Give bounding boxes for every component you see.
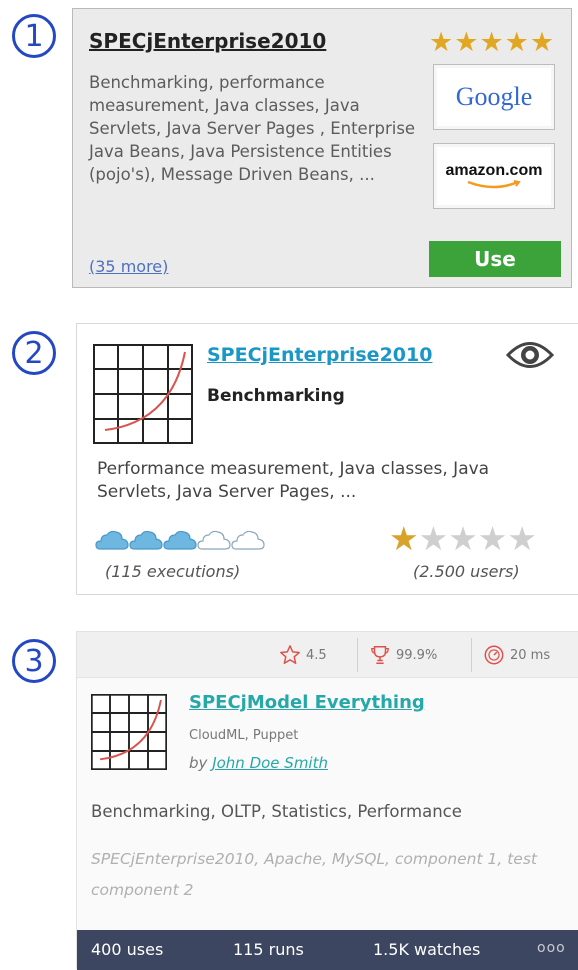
card-3: 4.5 99.9% 20 ms SPECjModel Everything Cl… <box>76 631 578 970</box>
user-star-rating: ★ ★ ★ ★ ★ <box>389 522 537 555</box>
amazon-smile-icon <box>467 180 521 189</box>
time-stat: 20 ms <box>483 644 550 666</box>
card3-tags: Benchmarking, OLTP, Statistics, Performa… <box>91 802 462 821</box>
card1-title[interactable]: SPECjEnterprise2010 <box>89 29 326 53</box>
star-icon: ★ <box>529 27 555 57</box>
marker-2: 2 <box>12 331 56 375</box>
google-logo: Google <box>455 82 533 111</box>
more-link[interactable]: (35 more) <box>89 257 168 276</box>
card3-tools: CloudML, Puppet <box>189 728 299 743</box>
cloud-icon <box>231 530 265 550</box>
users-count: (2.500 users) <box>413 562 520 581</box>
more-options-icon[interactable]: ooo <box>537 940 566 956</box>
executions-cloud-rating <box>95 528 265 552</box>
card2-title[interactable]: SPECjEnterprise2010 <box>207 344 432 366</box>
timer-icon <box>484 645 504 665</box>
benchmark-chart-icon <box>93 344 193 444</box>
card-2: SPECjEnterprise2010 Benchmarking Perform… <box>76 323 578 595</box>
star-icon: ★ <box>504 27 529 57</box>
executions-count: (115 executions) <box>105 562 241 581</box>
star-icon: ★ <box>454 27 479 57</box>
card3-author-line: by John Doe Smith <box>189 754 328 772</box>
cloud-icon <box>95 530 129 550</box>
star-icon: ★ <box>429 27 454 57</box>
success-value: 99.9% <box>396 647 438 663</box>
cloud-icon <box>129 530 163 550</box>
marker-1: 1 <box>12 14 56 58</box>
star-outline-icon <box>280 645 300 664</box>
card3-title[interactable]: SPECjModel Everything <box>189 692 425 713</box>
star-icon: ★ <box>418 520 449 557</box>
time-value: 20 ms <box>510 647 551 663</box>
runs-count: 115 runs <box>233 940 304 959</box>
card3-components: SPECjEnterprise2010, Apache, MySQL, comp… <box>91 850 537 899</box>
by-label: by <box>189 754 208 772</box>
google-button[interactable]: Google <box>433 64 555 130</box>
star-icon: ★ <box>389 520 419 557</box>
amazon-logo: amazon.com <box>445 162 543 179</box>
use-button[interactable]: Use <box>429 241 561 277</box>
card-1: SPECjEnterprise2010 ★ ★ ★ ★ ★ Benchmarki… <box>72 8 572 288</box>
author-link[interactable]: John Doe Smith <box>212 754 328 772</box>
trophy-icon <box>371 646 389 664</box>
card2-description: Performance measurement, Java classes, J… <box>97 459 490 502</box>
star-icon: ★ <box>477 520 508 557</box>
cloud-icon <box>163 530 197 550</box>
amazon-button[interactable]: amazon.com <box>433 143 555 209</box>
star-icon: ★ <box>507 520 537 557</box>
cloud-icon <box>197 530 231 550</box>
star-icon: ★ <box>479 27 504 57</box>
uses-count: 400 uses <box>91 940 164 959</box>
marker-3: 3 <box>12 639 56 683</box>
model-chart-icon <box>91 694 167 770</box>
card3-footer: 400 uses 115 runs 1.5K watches ooo <box>77 930 578 970</box>
watches-count: 1.5K watches <box>373 940 481 959</box>
stat-divider <box>471 638 472 672</box>
stat-divider <box>357 638 358 672</box>
star-icon: ★ <box>448 520 478 557</box>
card1-description: Benchmarking, performance measurement, J… <box>89 73 416 184</box>
rating-value: 4.5 <box>306 647 327 663</box>
card1-rating: ★ ★ ★ ★ ★ <box>429 29 554 56</box>
stats-bar: 4.5 99.9% 20 ms <box>77 632 578 678</box>
card2-subtitle: Benchmarking <box>207 386 345 406</box>
eye-icon[interactable] <box>505 338 555 372</box>
success-stat: 99.9% <box>369 644 437 666</box>
rating-stat: 4.5 <box>279 644 327 666</box>
